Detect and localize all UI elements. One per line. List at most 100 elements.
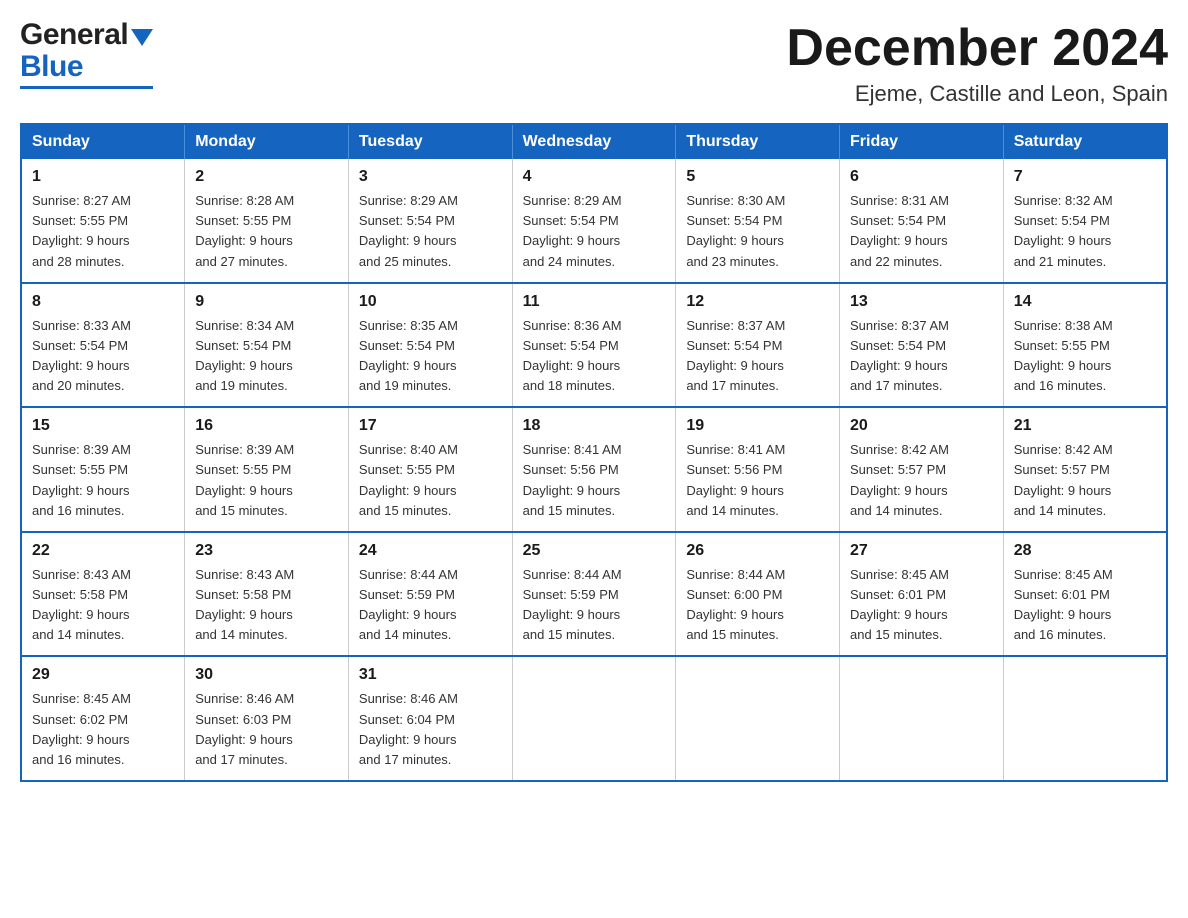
calendar-cell: 17 Sunrise: 8:40 AMSunset: 5:55 PMDayligh…: [348, 407, 512, 532]
day-number: 13: [850, 290, 993, 314]
day-info: Sunrise: 8:35 AMSunset: 5:54 PMDaylight:…: [359, 318, 458, 393]
day-info: Sunrise: 8:30 AMSunset: 5:54 PMDaylight:…: [686, 193, 785, 268]
calendar-cell: 30Sunrise: 8:46 AMSunset: 6:03 PMDayligh…: [185, 656, 349, 781]
calendar-cell: 13 Sunrise: 8:37 AMSunset: 5:54 PMDayligh…: [840, 283, 1004, 408]
day-number: 10: [359, 290, 502, 314]
day-info: Sunrise: 8:37 AMSunset: 5:54 PMDaylight:…: [686, 318, 785, 393]
calendar-cell: [676, 656, 840, 781]
day-number: 4: [523, 165, 666, 189]
day-number: 20: [850, 414, 993, 438]
calendar-cell: 9Sunrise: 8:34 AMSunset: 5:54 PMDaylight…: [185, 283, 349, 408]
day-number: 7: [1014, 165, 1156, 189]
day-info: Sunrise: 8:32 AMSunset: 5:54 PMDaylight:…: [1014, 193, 1113, 268]
day-number: 5: [686, 165, 829, 189]
header-friday: Friday: [840, 124, 1004, 159]
title-area: December 2024 Ejeme, Castille and Leon, …: [786, 20, 1168, 107]
calendar-header-row: SundayMondayTuesdayWednesdayThursdayFrid…: [21, 124, 1167, 159]
day-number: 19: [686, 414, 829, 438]
day-number: 1: [32, 165, 174, 189]
calendar-cell: 4 Sunrise: 8:29 AMSunset: 5:54 PMDaylight…: [512, 159, 676, 283]
day-number: 26: [686, 539, 829, 563]
calendar-cell: 26Sunrise: 8:44 AMSunset: 6:00 PMDayligh…: [676, 532, 840, 657]
logo-general-text: General: [20, 20, 128, 50]
calendar-cell: 15 Sunrise: 8:39 AMSunset: 5:55 PMDayligh…: [21, 407, 185, 532]
day-info: Sunrise: 8:44 AMSunset: 5:59 PMDaylight:…: [359, 567, 458, 642]
day-info: Sunrise: 8:29 AMSunset: 5:54 PMDaylight:…: [523, 193, 622, 268]
calendar-cell: 5 Sunrise: 8:30 AMSunset: 5:54 PMDaylight…: [676, 159, 840, 283]
calendar-cell: 2Sunrise: 8:28 AMSunset: 5:55 PMDaylight…: [185, 159, 349, 283]
calendar-cell: 29Sunrise: 8:45 AMSunset: 6:02 PMDayligh…: [21, 656, 185, 781]
calendar-cell: 21 Sunrise: 8:42 AMSunset: 5:57 PMDayligh…: [1003, 407, 1167, 532]
day-number: 29: [32, 663, 174, 687]
day-number: 23: [195, 539, 338, 563]
calendar-cell: 28 Sunrise: 8:45 AMSunset: 6:01 PMDayligh…: [1003, 532, 1167, 657]
day-number: 11: [523, 290, 666, 314]
header-saturday: Saturday: [1003, 124, 1167, 159]
day-info: Sunrise: 8:46 AMSunset: 6:04 PMDaylight:…: [359, 691, 458, 766]
day-info: Sunrise: 8:43 AMSunset: 5:58 PMDaylight:…: [32, 567, 131, 642]
header-monday: Monday: [185, 124, 349, 159]
calendar-cell: 31Sunrise: 8:46 AMSunset: 6:04 PMDayligh…: [348, 656, 512, 781]
calendar-cell: 27 Sunrise: 8:45 AMSunset: 6:01 PMDayligh…: [840, 532, 1004, 657]
calendar-week-row: 22 Sunrise: 8:43 AMSunset: 5:58 PMDayligh…: [21, 532, 1167, 657]
day-info: Sunrise: 8:45 AMSunset: 6:01 PMDaylight:…: [850, 567, 949, 642]
day-info: Sunrise: 8:40 AMSunset: 5:55 PMDaylight:…: [359, 442, 458, 517]
calendar-cell: 7 Sunrise: 8:32 AMSunset: 5:54 PMDaylight…: [1003, 159, 1167, 283]
header-sunday: Sunday: [21, 124, 185, 159]
header-tuesday: Tuesday: [348, 124, 512, 159]
calendar-cell: 14 Sunrise: 8:38 AMSunset: 5:55 PMDayligh…: [1003, 283, 1167, 408]
day-number: 28: [1014, 539, 1156, 563]
day-number: 3: [359, 165, 502, 189]
day-info: Sunrise: 8:46 AMSunset: 6:03 PMDaylight:…: [195, 691, 294, 766]
header-thursday: Thursday: [676, 124, 840, 159]
day-info: Sunrise: 8:44 AMSunset: 5:59 PMDaylight:…: [523, 567, 622, 642]
calendar-cell: 12Sunrise: 8:37 AMSunset: 5:54 PMDayligh…: [676, 283, 840, 408]
calendar-cell: 20 Sunrise: 8:42 AMSunset: 5:57 PMDayligh…: [840, 407, 1004, 532]
day-info: Sunrise: 8:31 AMSunset: 5:54 PMDaylight:…: [850, 193, 949, 268]
calendar-week-row: 15 Sunrise: 8:39 AMSunset: 5:55 PMDayligh…: [21, 407, 1167, 532]
calendar-cell: [1003, 656, 1167, 781]
calendar-cell: 3 Sunrise: 8:29 AMSunset: 5:54 PMDaylight…: [348, 159, 512, 283]
day-number: 25: [523, 539, 666, 563]
logo: General Blue: [20, 20, 153, 89]
calendar-cell: 11Sunrise: 8:36 AMSunset: 5:54 PMDayligh…: [512, 283, 676, 408]
calendar-cell: [840, 656, 1004, 781]
logo-arrow-icon: [131, 29, 153, 46]
logo-blue-text: Blue: [20, 50, 83, 84]
day-info: Sunrise: 8:42 AMSunset: 5:57 PMDaylight:…: [1014, 442, 1113, 517]
day-number: 6: [850, 165, 993, 189]
day-info: Sunrise: 8:43 AMSunset: 5:58 PMDaylight:…: [195, 567, 294, 642]
day-info: Sunrise: 8:38 AMSunset: 5:55 PMDaylight:…: [1014, 318, 1113, 393]
calendar-cell: 22 Sunrise: 8:43 AMSunset: 5:58 PMDayligh…: [21, 532, 185, 657]
day-info: Sunrise: 8:34 AMSunset: 5:54 PMDaylight:…: [195, 318, 294, 393]
calendar-cell: 19 Sunrise: 8:41 AMSunset: 5:56 PMDayligh…: [676, 407, 840, 532]
day-info: Sunrise: 8:39 AMSunset: 5:55 PMDaylight:…: [195, 442, 294, 517]
day-number: 15: [32, 414, 174, 438]
calendar-week-row: 8Sunrise: 8:33 AMSunset: 5:54 PMDaylight…: [21, 283, 1167, 408]
day-info: Sunrise: 8:27 AMSunset: 5:55 PMDaylight:…: [32, 193, 131, 268]
day-number: 8: [32, 290, 174, 314]
page-header: General Blue December 2024 Ejeme, Castil…: [20, 20, 1168, 107]
day-number: 27: [850, 539, 993, 563]
day-number: 14: [1014, 290, 1156, 314]
calendar-cell: 18Sunrise: 8:41 AMSunset: 5:56 PMDayligh…: [512, 407, 676, 532]
calendar-week-row: 29Sunrise: 8:45 AMSunset: 6:02 PMDayligh…: [21, 656, 1167, 781]
calendar-cell: 8Sunrise: 8:33 AMSunset: 5:54 PMDaylight…: [21, 283, 185, 408]
day-info: Sunrise: 8:41 AMSunset: 5:56 PMDaylight:…: [686, 442, 785, 517]
day-number: 17: [359, 414, 502, 438]
month-title: December 2024: [786, 20, 1168, 77]
calendar-table: SundayMondayTuesdayWednesdayThursdayFrid…: [20, 123, 1168, 782]
day-info: Sunrise: 8:45 AMSunset: 6:01 PMDaylight:…: [1014, 567, 1113, 642]
day-number: 22: [32, 539, 174, 563]
day-number: 21: [1014, 414, 1156, 438]
header-wednesday: Wednesday: [512, 124, 676, 159]
day-number: 18: [523, 414, 666, 438]
calendar-cell: 16Sunrise: 8:39 AMSunset: 5:55 PMDayligh…: [185, 407, 349, 532]
calendar-cell: 10 Sunrise: 8:35 AMSunset: 5:54 PMDayligh…: [348, 283, 512, 408]
day-number: 2: [195, 165, 338, 189]
day-info: Sunrise: 8:42 AMSunset: 5:57 PMDaylight:…: [850, 442, 949, 517]
logo-underline: [20, 86, 153, 89]
day-info: Sunrise: 8:37 AMSunset: 5:54 PMDaylight:…: [850, 318, 949, 393]
day-info: Sunrise: 8:39 AMSunset: 5:55 PMDaylight:…: [32, 442, 131, 517]
day-info: Sunrise: 8:29 AMSunset: 5:54 PMDaylight:…: [359, 193, 458, 268]
